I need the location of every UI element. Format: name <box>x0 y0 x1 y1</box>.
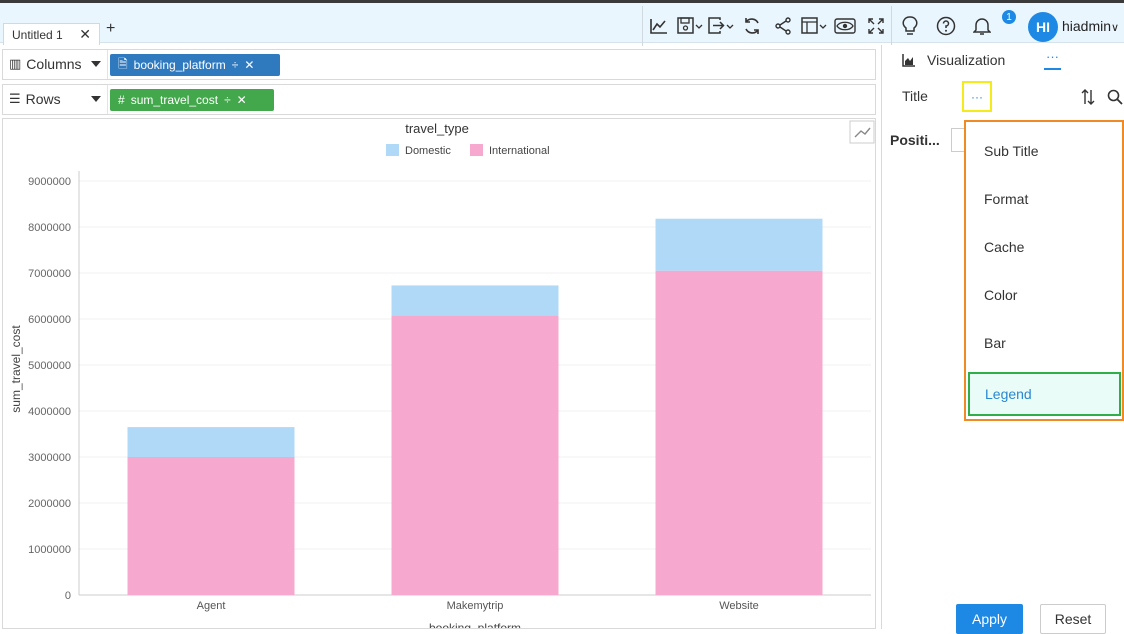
columns-shelf: ▥ Columns 🗎 booking_platform ÷ ✕ <box>2 49 876 80</box>
y-tick-label: 7000000 <box>28 268 71 280</box>
area-chart-icon <box>902 54 915 67</box>
fullscreen-icon[interactable] <box>860 6 891 46</box>
sort-order-icon[interactable] <box>1080 89 1096 105</box>
y-tick-label: 5000000 <box>28 360 71 372</box>
remove-field-icon[interactable]: ✕ <box>244 58 254 72</box>
rows-icon: ☰ <box>9 91 21 106</box>
rows-dropdown-icon[interactable] <box>91 96 101 102</box>
columns-field-pill[interactable]: 🗎 booking_platform ÷ ✕ <box>110 54 280 76</box>
menu-item-bar[interactable]: Bar <box>984 335 1006 351</box>
tab-untitled-1[interactable]: Untitled 1 ✕ <box>3 23 100 45</box>
menu-item-legend-label: Legend <box>985 386 1032 402</box>
bar-international <box>127 457 295 595</box>
menu-item-legend[interactable]: Legend <box>968 372 1121 416</box>
layout-icon[interactable] <box>798 6 829 46</box>
bar-domestic <box>655 218 823 271</box>
bar-international <box>391 315 559 595</box>
y-tick-label: 2000000 <box>28 498 71 510</box>
x-axis-label: booking_platform <box>429 621 521 628</box>
shelf-divider <box>107 50 108 79</box>
menu-item-sub-title[interactable]: Sub Title <box>984 143 1038 159</box>
y-tick-label: 8000000 <box>28 222 71 234</box>
bar-domestic <box>391 285 559 316</box>
bar-chart: 0 1000000 2000000 3000000 4000000 5000000 6000… <box>9 120 875 634</box>
rows-field-name: sum_travel_cost <box>130 93 219 107</box>
reset-button[interactable]: Reset <box>1040 604 1106 634</box>
menu-item-cache[interactable]: Cache <box>984 239 1024 255</box>
x-tick-label: Website <box>719 600 759 612</box>
y-tick-label: 4000000 <box>28 406 71 418</box>
columns-dropdown-icon[interactable] <box>91 61 101 67</box>
legend-label: International <box>489 145 550 157</box>
columns-field-name: booking_platform <box>133 58 226 72</box>
document-icon: 🗎 <box>118 56 128 71</box>
search-icon[interactable] <box>1107 89 1123 105</box>
lightbulb-icon[interactable] <box>892 6 928 46</box>
user-menu[interactable]: hiadmin∨ <box>1062 18 1119 34</box>
tab-visualization[interactable]: Visualization <box>927 52 1005 68</box>
x-tick-label: Agent <box>197 600 226 612</box>
user-name: hiadmin <box>1062 18 1112 34</box>
chevron-down-icon: ∨ <box>1111 22 1120 34</box>
sort-icon[interactable]: ÷ <box>232 58 239 72</box>
export-icon[interactable] <box>705 6 736 46</box>
top-bar: Untitled 1 ✕ + 1 HI hiadmin∨ <box>0 3 1124 46</box>
shelf-divider <box>107 85 108 114</box>
columns-icon: ▥ <box>9 56 22 71</box>
columns-label-group: ▥ Columns <box>9 56 82 72</box>
remove-field-icon[interactable]: ✕ <box>237 93 247 107</box>
refresh-icon[interactable] <box>736 6 767 46</box>
toolbar <box>642 6 1000 46</box>
columns-label: Columns <box>26 56 82 72</box>
y-tick-label: 0 <box>65 590 71 602</box>
bar-domestic <box>127 427 295 457</box>
notification-badge: 1 <box>1002 10 1016 24</box>
help-icon[interactable] <box>928 6 964 46</box>
legend-label: Domestic <box>405 145 451 157</box>
y-axis-label: sum_travel_cost <box>9 325 23 413</box>
x-tick-label: Makemytrip <box>447 600 504 612</box>
apply-button[interactable]: Apply <box>956 604 1023 634</box>
share-icon[interactable] <box>767 6 798 46</box>
title-options-menu: Sub Title Format Cache Color Bar Legend <box>964 120 1124 421</box>
chart-container: 0 1000000 2000000 3000000 4000000 5000000 6000… <box>2 118 876 634</box>
number-hash-icon: # <box>118 93 125 107</box>
sort-icon[interactable]: ÷ <box>224 93 231 107</box>
rows-label-group: ☰ Rows <box>9 91 61 107</box>
more-tab-button[interactable]: ··· <box>1044 49 1061 70</box>
position-label: Positi... <box>890 132 940 148</box>
bar-international <box>655 270 823 595</box>
y-tick-label: 9000000 <box>28 176 71 188</box>
rows-field-pill[interactable]: # sum_travel_cost ÷ ✕ <box>110 89 274 111</box>
y-tick-label: 6000000 <box>28 314 71 326</box>
legend-swatch <box>386 144 399 156</box>
save-icon[interactable] <box>674 6 705 46</box>
legend-swatch <box>470 144 483 156</box>
avatar[interactable]: HI <box>1028 12 1058 42</box>
menu-item-color[interactable]: Color <box>984 287 1017 303</box>
close-tab-icon[interactable]: ✕ <box>79 26 91 43</box>
notification-bell-icon[interactable] <box>964 6 1000 46</box>
title-section-label: Title <box>902 88 928 104</box>
title-more-options-label: ··· <box>971 89 983 104</box>
menu-item-format[interactable]: Format <box>984 191 1028 207</box>
line-chart-icon[interactable] <box>643 6 674 46</box>
rows-label: Rows <box>25 91 61 107</box>
y-tick-label: 3000000 <box>28 452 71 464</box>
y-tick-label: 1000000 <box>28 544 71 556</box>
title-more-options-button[interactable]: ··· <box>962 81 992 112</box>
chart-legend-title: travel_type <box>405 121 469 136</box>
rows-shelf: ☰ Rows # sum_travel_cost ÷ ✕ <box>2 84 876 115</box>
tab-label: Untitled 1 <box>12 27 63 42</box>
add-tab-icon[interactable]: + <box>106 20 115 38</box>
preview-eye-icon[interactable] <box>829 6 860 46</box>
